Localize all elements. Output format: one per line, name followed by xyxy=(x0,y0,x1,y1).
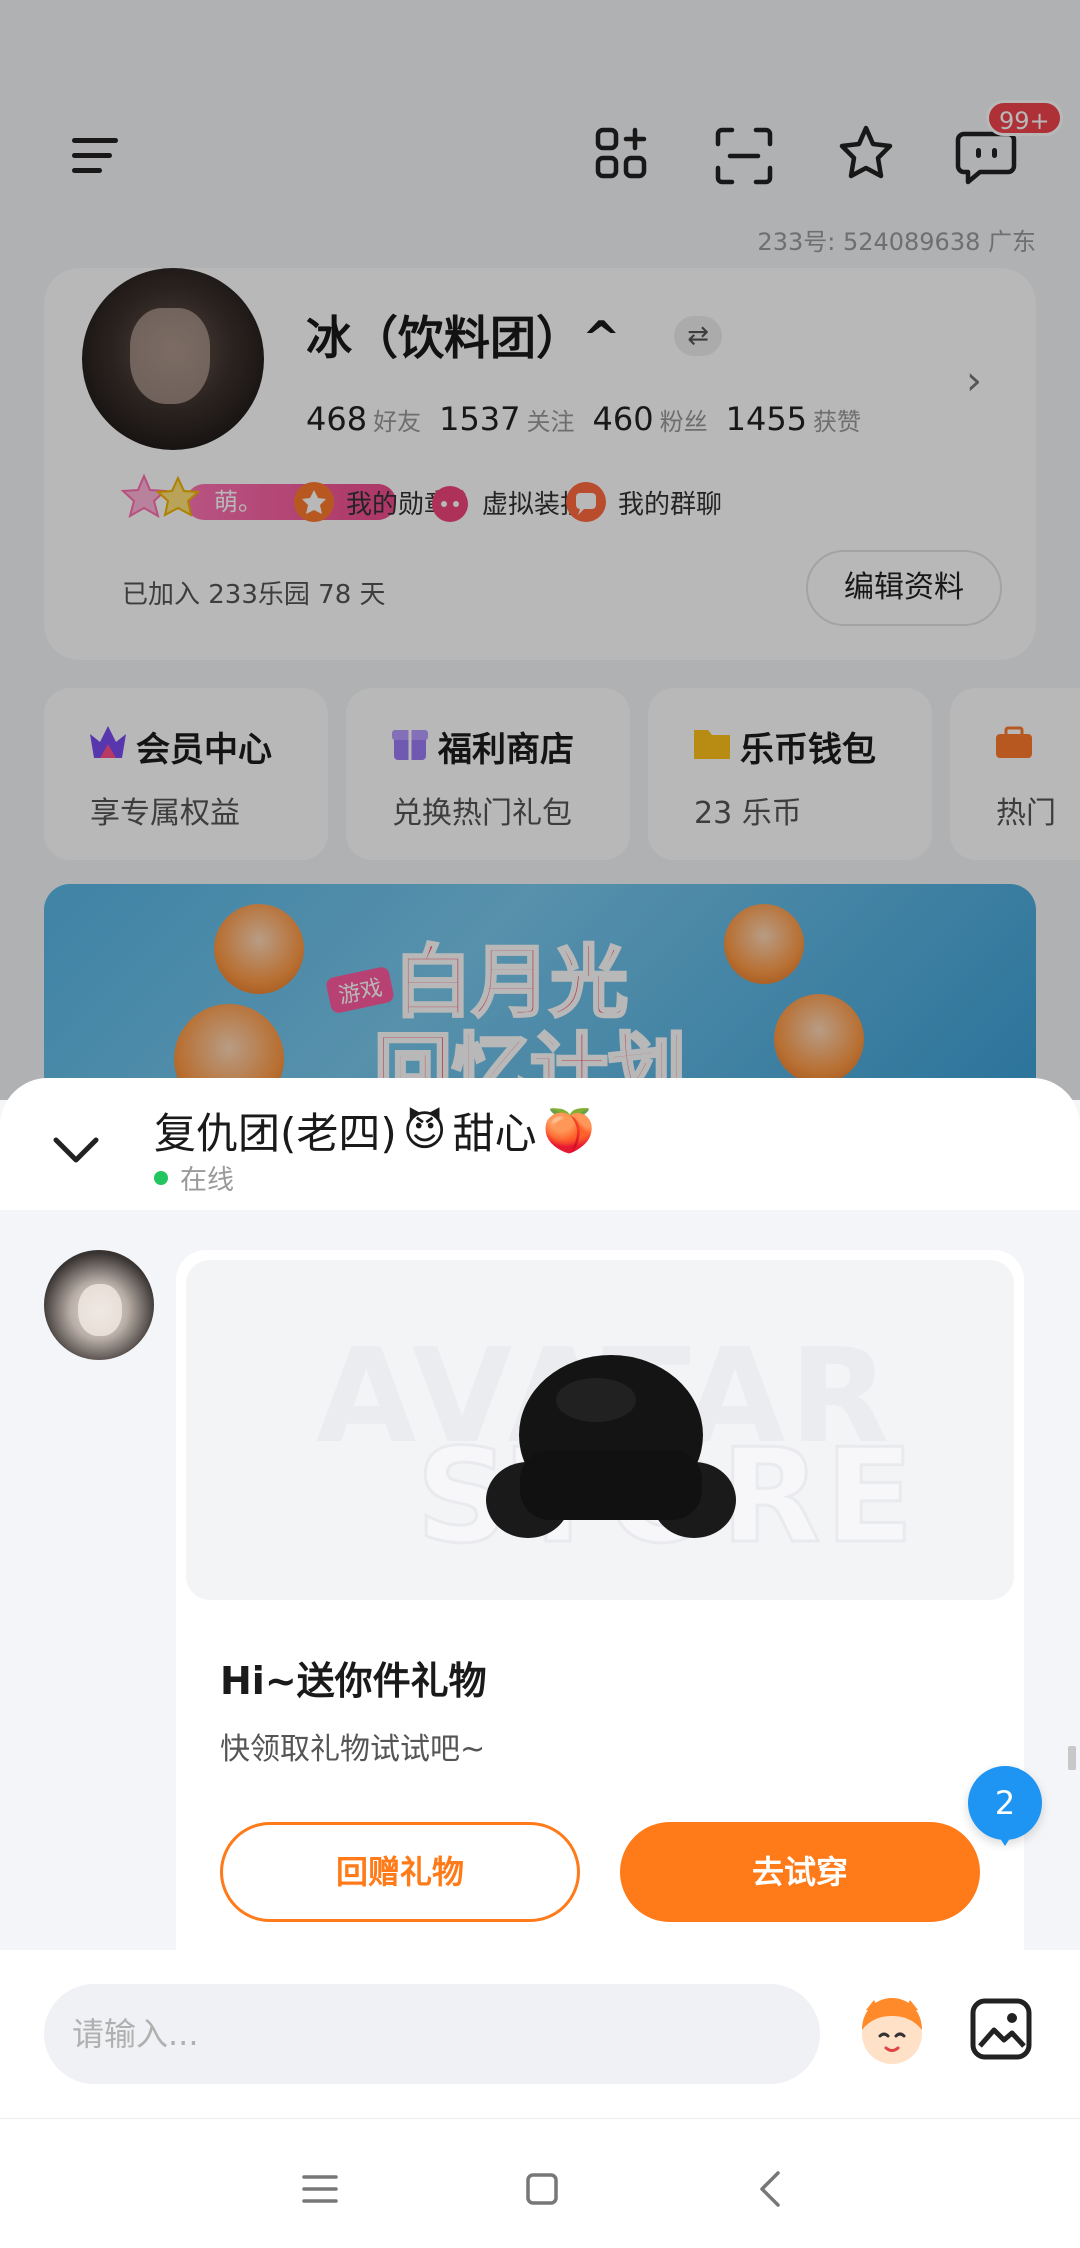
message-input[interactable] xyxy=(44,1984,820,2084)
online-dot xyxy=(154,1170,168,1185)
chat-header: 复仇团(老四) 😈 甜心 🍑 在线 xyxy=(0,1078,1080,1210)
chat-title: 复仇团(老四) 😈 甜心 🍑 xyxy=(154,1105,595,1159)
chevron-down-icon[interactable] xyxy=(48,1130,104,1170)
online-status: 在线 xyxy=(154,1158,234,1197)
try-on-button[interactable]: 去试穿 xyxy=(620,1822,980,1922)
peer-avatar[interactable] xyxy=(44,1250,154,1360)
gift-description: 快领取礼物试试吧~ xyxy=(220,1732,486,1767)
chat-input-bar xyxy=(0,1950,1080,2118)
peach-emoji: 🍑 xyxy=(542,1105,595,1155)
nav-home-icon[interactable] xyxy=(512,2159,572,2219)
gift-title: Hi~送你件礼物 xyxy=(220,1659,487,1703)
black-hat-icon xyxy=(486,1355,736,1538)
return-gift-button[interactable]: 回赠礼物 xyxy=(220,1822,580,1922)
system-nav-bar xyxy=(0,2118,1080,2248)
modal-overlay[interactable] xyxy=(0,0,1080,1100)
emoji-mascot-icon[interactable] xyxy=(852,1990,932,2070)
devil-emoji: 😈 xyxy=(402,1106,447,1155)
nav-menu-icon[interactable] xyxy=(290,2159,350,2219)
scrollbar[interactable] xyxy=(1068,1746,1076,1770)
nav-back-icon[interactable] xyxy=(742,2159,802,2219)
image-icon[interactable] xyxy=(968,1996,1034,2062)
unread-count-bubble[interactable]: 2 xyxy=(968,1766,1042,1846)
gift-image[interactable]: AVATAR STORE xyxy=(186,1260,1014,1600)
